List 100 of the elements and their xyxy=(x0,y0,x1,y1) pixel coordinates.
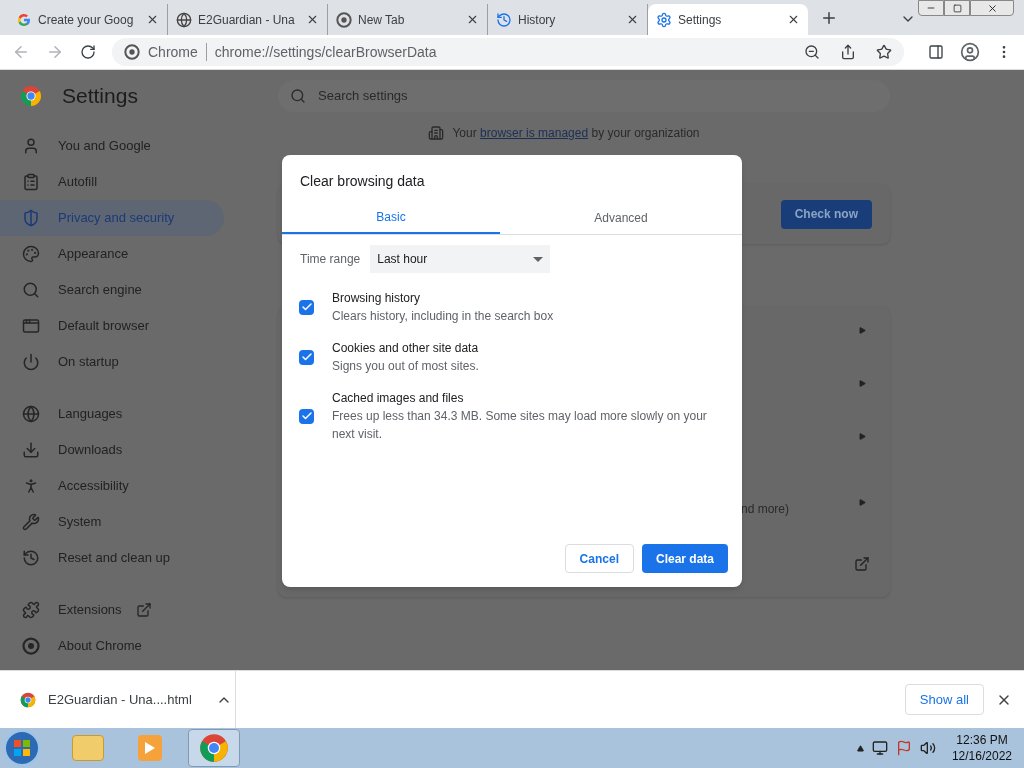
dialog-tab[interactable]: Basic xyxy=(282,202,500,234)
option-description: Frees up less than 34.3 MB. Some sites may load more slowly on your next visit. xyxy=(332,408,708,443)
sidebar-item[interactable]: Accessibility xyxy=(0,468,224,504)
sidebar-item[interactable]: System xyxy=(0,504,224,540)
sidebar-item[interactable]: Appearance xyxy=(0,236,224,272)
network-icon[interactable] xyxy=(871,740,888,756)
new-tab-icon[interactable] xyxy=(820,9,838,27)
dialog-title: Clear browsing data xyxy=(299,172,426,191)
globe-icon xyxy=(22,405,40,423)
close-icon[interactable] xyxy=(626,13,639,26)
history-icon xyxy=(22,549,40,567)
show-all-button[interactable]: Show all xyxy=(904,684,984,715)
bookmark-star-icon[interactable] xyxy=(876,44,892,60)
option-title: Browsing history xyxy=(332,290,422,307)
chrome-icon xyxy=(124,44,140,60)
start-button[interactable] xyxy=(4,730,40,766)
sidebar-item[interactable]: On startup xyxy=(0,344,224,380)
settings-title: Settings xyxy=(62,83,138,110)
chrome-icon xyxy=(22,637,40,655)
palette-icon xyxy=(22,245,40,263)
tab-title: New Tab xyxy=(358,11,405,29)
search-field[interactable]: Search settings xyxy=(278,80,890,112)
option-description: Clears history, including in the search box xyxy=(332,308,555,325)
profile-icon[interactable] xyxy=(960,42,980,62)
sidebar-item[interactable]: Reset and clean up xyxy=(0,540,224,576)
wrench-icon xyxy=(22,513,40,531)
sidebar-item[interactable]: Privacy and security xyxy=(0,200,224,236)
person-icon xyxy=(22,137,40,155)
settings-icon xyxy=(656,11,672,28)
option-description: Signs you out of most sites. xyxy=(332,358,480,375)
chrome-logo-icon xyxy=(20,85,42,107)
address-bar[interactable]: Chrome chrome://settings/clearBrowserData xyxy=(112,38,904,66)
globe-icon xyxy=(176,11,192,28)
close-window-button[interactable] xyxy=(970,0,1014,16)
reload-icon[interactable] xyxy=(80,44,96,60)
restore-button[interactable] xyxy=(944,0,970,16)
chrome-taskbar-button[interactable] xyxy=(188,729,240,767)
tab-title: E2Guardian - Una xyxy=(198,11,295,29)
arrow-icon[interactable] xyxy=(859,327,866,334)
chrome-logo-icon xyxy=(199,733,229,763)
tab-title: History xyxy=(518,11,556,29)
sidebar-item[interactable]: Search engine xyxy=(0,272,224,308)
building-icon xyxy=(428,125,445,141)
side-panel-icon[interactable] xyxy=(928,44,944,60)
managed-link[interactable]: browser is managed xyxy=(480,126,589,140)
sidebar-item[interactable]: Downloads xyxy=(0,432,224,468)
option-title: Cookies and other site data xyxy=(332,340,480,357)
dialog-tab[interactable]: Advanced xyxy=(500,202,742,234)
browser-tab[interactable]: Settings xyxy=(648,4,808,35)
chrome-icon xyxy=(336,11,352,28)
puzzle-icon xyxy=(22,601,40,619)
sidebar-item[interactable]: Default browser xyxy=(0,308,224,344)
browser-window-icon xyxy=(22,317,40,335)
close-icon[interactable] xyxy=(306,13,319,26)
time-range-dropdown[interactable]: Last hour xyxy=(370,245,551,273)
site-label: Chrome xyxy=(148,42,198,62)
arrow-icon[interactable] xyxy=(859,498,866,506)
clipboard-icon xyxy=(22,173,40,191)
checkbox[interactable] xyxy=(299,408,314,424)
checkbox[interactable] xyxy=(299,299,314,315)
restore-icon xyxy=(952,3,962,13)
google-icon xyxy=(16,11,32,28)
arrow-icon[interactable] xyxy=(859,433,866,440)
clear-data-button[interactable]: Clear data xyxy=(641,544,728,573)
url-text: chrome://settings/clearBrowserData xyxy=(214,42,437,62)
zoom-out-icon[interactable] xyxy=(804,44,820,60)
sidebar-item[interactable]: Extensions xyxy=(0,592,224,628)
close-icon xyxy=(986,2,998,14)
close-icon[interactable] xyxy=(146,13,159,26)
tab-title: Create your Goog xyxy=(38,11,134,29)
close-icon[interactable] xyxy=(466,13,479,26)
sidebar-item[interactable]: Autofill xyxy=(0,164,224,200)
sidebar-item[interactable]: About Chrome xyxy=(0,628,224,664)
row-description: nd more) xyxy=(740,501,789,518)
search-icon xyxy=(290,88,306,104)
windows-logo-icon xyxy=(13,739,31,757)
time-range-label: Time range xyxy=(300,251,361,268)
tab-title: Settings xyxy=(678,11,722,29)
clock[interactable]: 12:36 PM 12/16/2022 xyxy=(951,732,1012,764)
search-icon xyxy=(22,281,40,299)
cancel-button[interactable]: Cancel xyxy=(564,544,634,573)
sidebar-item[interactable]: Languages xyxy=(0,396,224,432)
share-icon[interactable] xyxy=(840,44,856,60)
action-center-icon[interactable] xyxy=(895,740,912,756)
managed-notice: Your browser is managed by your organization xyxy=(452,125,700,142)
arrow-icon[interactable] xyxy=(859,380,866,387)
show-hidden-icons-icon[interactable] xyxy=(856,744,864,752)
volume-icon[interactable] xyxy=(919,740,936,756)
caret-icon xyxy=(533,256,544,262)
download-icon xyxy=(22,441,40,459)
checkbox[interactable] xyxy=(299,349,314,365)
close-icon[interactable] xyxy=(787,13,800,26)
external-link-icon[interactable] xyxy=(854,556,870,572)
option-title: Cached images and files xyxy=(332,390,465,407)
power-icon xyxy=(22,353,40,371)
check-now-button[interactable]: Check now xyxy=(780,199,872,229)
shield-icon xyxy=(22,209,40,227)
chrome-logo-icon xyxy=(20,691,36,708)
history-icon xyxy=(496,11,512,28)
sidebar-item[interactable]: You and Google xyxy=(0,128,224,164)
